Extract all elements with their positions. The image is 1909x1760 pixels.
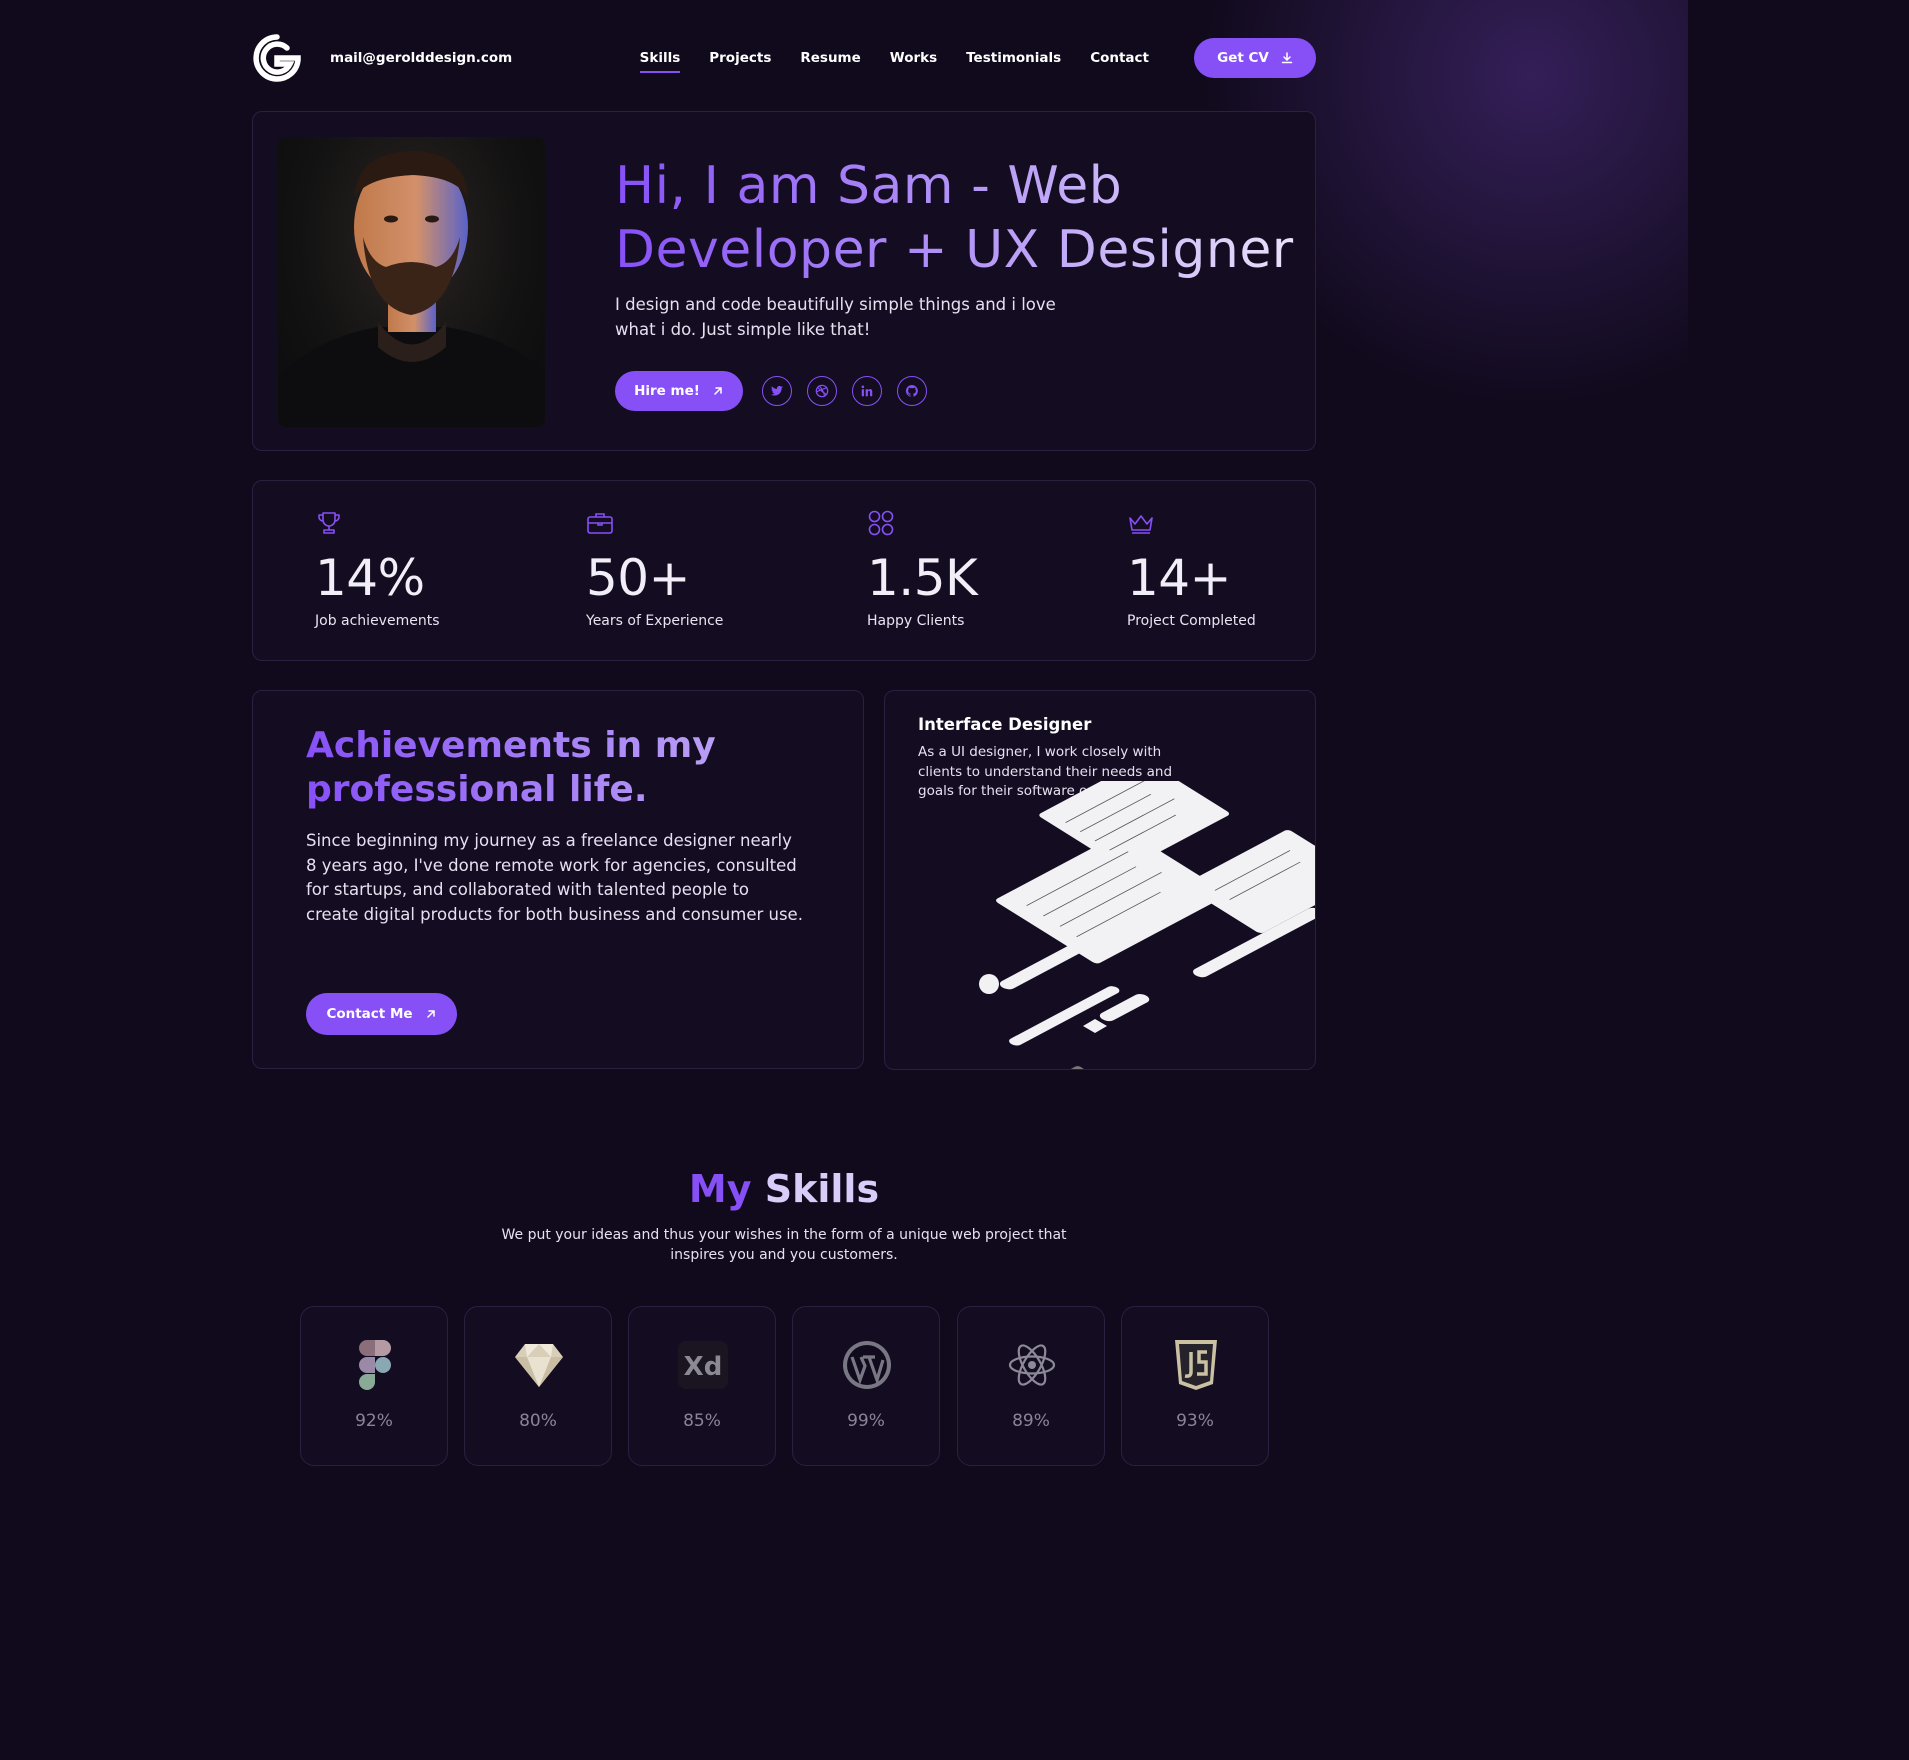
grid-circles-icon xyxy=(868,510,894,536)
hire-me-label: Hire me! xyxy=(634,383,700,399)
arrow-up-right-icon xyxy=(426,1010,435,1018)
main-nav: Skills Projects Resume Works Testimonial… xyxy=(639,50,1149,73)
twitter-icon xyxy=(770,385,784,396)
stat-value: 14% xyxy=(315,549,425,607)
interface-title: Interface Designer xyxy=(918,715,1092,734)
get-cv-button[interactable]: Get CV xyxy=(1194,38,1316,78)
hero-card: Hi, I am Sam - Web Developer + UX Design… xyxy=(252,111,1316,451)
site-header: mail@gerolddesign.com Skills Projects Re… xyxy=(252,32,1316,84)
linkedin-icon xyxy=(861,385,873,397)
dribbble-link[interactable] xyxy=(807,376,837,406)
briefcase-icon xyxy=(587,513,613,534)
skill-card-wordpress[interactable]: 99% xyxy=(792,1306,940,1466)
skill-card-sketch[interactable]: 80% xyxy=(464,1306,612,1466)
skill-card-adobe-xd[interactable]: Xd 85% xyxy=(628,1306,776,1466)
stat-label: Job achievements xyxy=(315,613,440,629)
skill-percent: 93% xyxy=(1176,1411,1214,1431)
arrow-up-right-icon xyxy=(714,387,722,395)
skills-title-skills: Skills xyxy=(764,1167,880,1211)
get-cv-label: Get CV xyxy=(1217,50,1269,66)
skill-percent: 80% xyxy=(519,1411,557,1431)
nav-contact[interactable]: Contact xyxy=(1090,50,1149,66)
skill-percent: 92% xyxy=(355,1411,393,1431)
stats-card: 14% Job achievements 50+ Years of Experi… xyxy=(252,480,1316,661)
contact-me-label: Contact Me xyxy=(326,1006,413,1022)
social-links xyxy=(762,376,927,406)
hero-description: I design and code beautifully simple thi… xyxy=(615,295,1056,339)
ui-kit-illustration xyxy=(979,781,1315,1069)
achievements-card: Achievements in my professional life. Si… xyxy=(252,690,864,1069)
skills-title: My Skills xyxy=(0,1167,1568,1211)
skill-card-figma[interactable]: 92% xyxy=(300,1306,448,1466)
hero-title: Hi, I am Sam - Web Developer + UX Design… xyxy=(615,154,1315,282)
download-icon xyxy=(1281,52,1293,64)
interface-designer-card: Interface Designer As a UI designer, I w… xyxy=(884,690,1316,1070)
skill-card-react[interactable]: 89% xyxy=(957,1306,1105,1466)
sketch-icon xyxy=(514,1337,564,1393)
hire-me-button[interactable]: Hire me! xyxy=(615,371,743,411)
wordpress-icon xyxy=(842,1337,892,1393)
dribbble-icon xyxy=(815,384,829,398)
skill-card-javascript[interactable]: 93% xyxy=(1121,1306,1269,1466)
nav-skills[interactable]: Skills xyxy=(639,50,680,73)
logo-icon[interactable] xyxy=(252,33,302,83)
trophy-icon xyxy=(318,512,340,534)
stat-label: Happy Clients xyxy=(867,613,965,629)
skills-description: We put your ideas and thus your wishes i… xyxy=(501,1227,1067,1263)
stat-value: 1.5K xyxy=(867,549,978,607)
nav-projects[interactable]: Projects xyxy=(709,50,771,66)
react-icon xyxy=(1007,1337,1057,1393)
achievements-title: Achievements in my professional life. xyxy=(306,724,806,812)
stat-value: 14+ xyxy=(1127,549,1232,607)
profile-photo xyxy=(278,137,545,427)
nav-testimonials[interactable]: Testimonials xyxy=(966,50,1061,66)
skills-title-my: My xyxy=(688,1167,752,1211)
linkedin-link[interactable] xyxy=(852,376,882,406)
javascript-icon xyxy=(1171,1337,1221,1393)
contact-me-button[interactable]: Contact Me xyxy=(306,993,457,1035)
header-email[interactable]: mail@gerolddesign.com xyxy=(330,50,512,66)
twitter-link[interactable] xyxy=(762,376,792,406)
adobe-xd-icon: Xd xyxy=(678,1337,728,1393)
stat-label: Project Completed xyxy=(1127,613,1256,629)
crown-icon xyxy=(1129,515,1153,534)
stat-value: 50+ xyxy=(586,549,691,607)
github-link[interactable] xyxy=(897,376,927,406)
achievements-description: Since beginning my journey as a freelanc… xyxy=(306,831,803,925)
stat-label: Years of Experience xyxy=(586,613,724,629)
skill-percent: 89% xyxy=(1012,1411,1050,1431)
figma-icon xyxy=(350,1337,400,1393)
nav-works[interactable]: Works xyxy=(890,50,937,66)
skill-percent: 99% xyxy=(847,1411,885,1431)
github-icon xyxy=(905,385,918,397)
skill-percent: 85% xyxy=(683,1411,721,1431)
svg-text:Xd: Xd xyxy=(684,1352,723,1382)
nav-resume[interactable]: Resume xyxy=(800,50,860,66)
